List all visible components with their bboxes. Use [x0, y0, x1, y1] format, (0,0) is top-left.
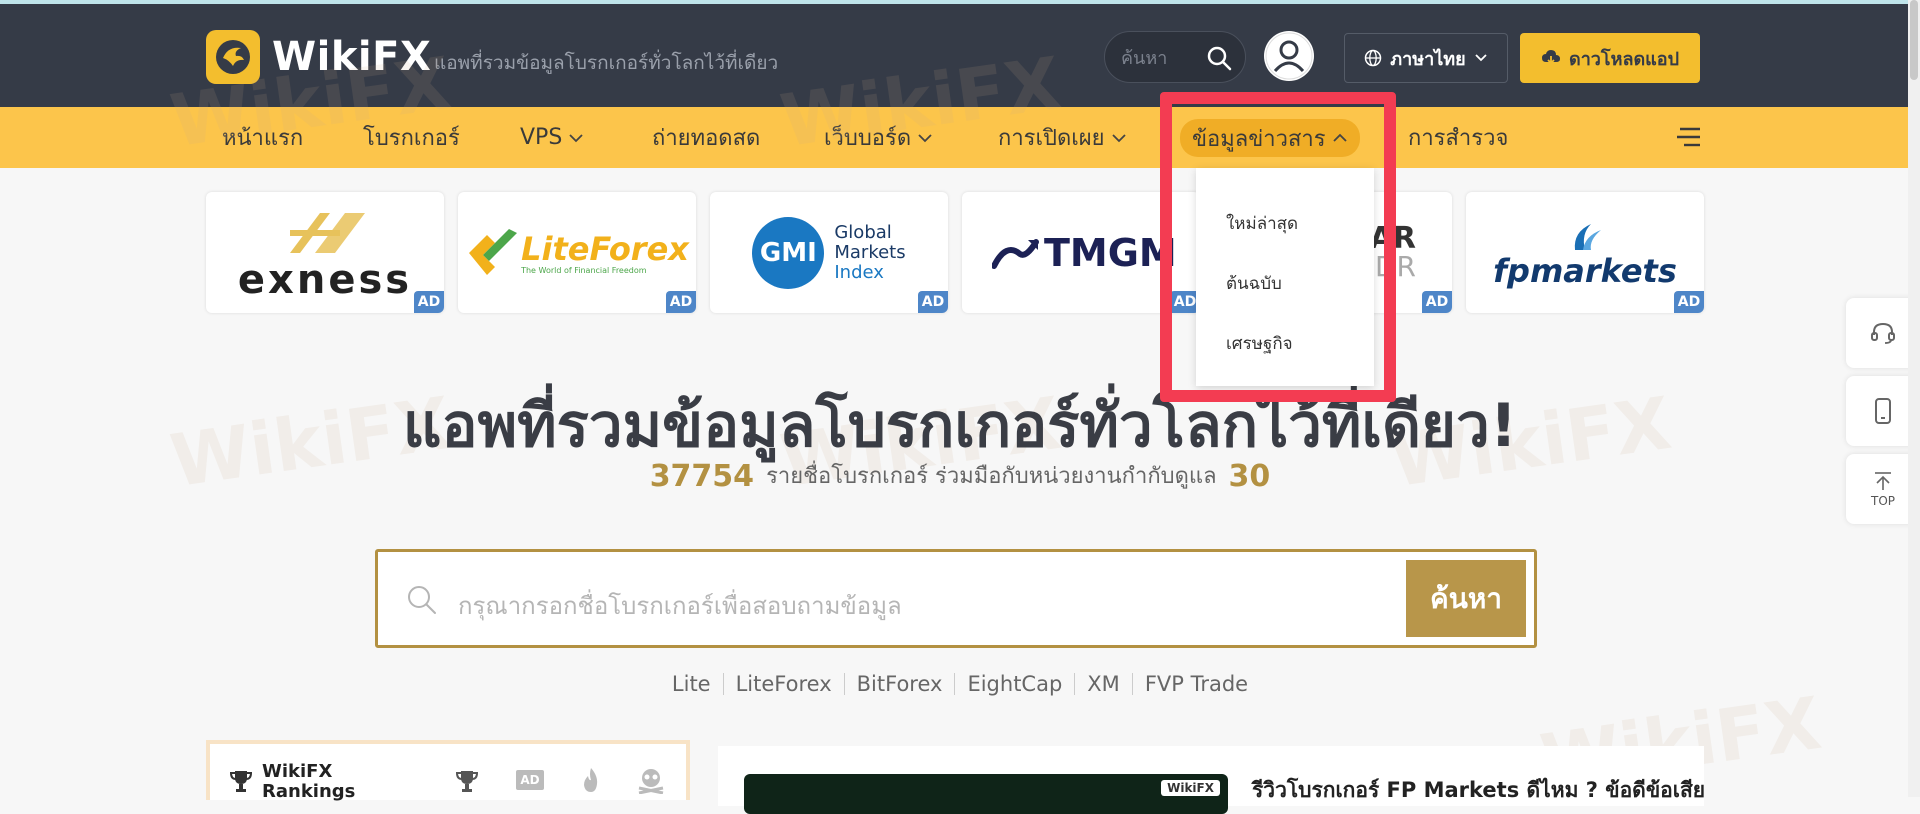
- broker-search-input[interactable]: กรุณากรอกชื่อโบรกเกอร์เพื่อสอบถามข้อมูล …: [375, 549, 1537, 648]
- header: WikiFX แอพที่รวมข้อมูลโบรกเกอร์ทั่วโลกไว…: [0, 4, 1920, 107]
- news-headline[interactable]: รีวิวโบรกเกอร์ FP Markets ดีไหม ? ข้อดีข…: [1252, 774, 1705, 807]
- search-button[interactable]: ค้นหา: [1406, 560, 1526, 637]
- ad-badge: AD: [1674, 291, 1704, 313]
- nav-label: การเปิดเผย: [998, 126, 1105, 151]
- ad-card-exness[interactable]: exness AD: [206, 192, 444, 313]
- quick-links: Lite LiteForex BitForex EightCap XM FVP …: [0, 672, 1920, 696]
- exness-logo-icon: [290, 212, 365, 253]
- scrollbar-track[interactable]: [1908, 0, 1920, 797]
- tmgm-logo-icon: [992, 238, 1039, 269]
- trophy-tab-icon[interactable]: [454, 768, 480, 794]
- nav-label: เว็บบอร์ด: [824, 126, 912, 151]
- quick-link[interactable]: XM: [1087, 672, 1120, 696]
- language-selector[interactable]: ภาษาไทย: [1344, 33, 1508, 83]
- chevron-down-icon: [1111, 133, 1126, 142]
- cloud-download-icon: [1542, 50, 1560, 65]
- fire-icon[interactable]: [580, 766, 602, 794]
- arrow-up-icon: [1875, 472, 1891, 490]
- chevron-down-icon: [1475, 54, 1487, 62]
- liteforex-logo-icon: [469, 228, 518, 275]
- top-label: TOP: [1870, 494, 1895, 508]
- logo-text: WikiFX: [272, 34, 432, 80]
- rankings-panel: WikiFX Rankings AD: [206, 740, 690, 802]
- quick-link[interactable]: FVP Trade: [1145, 672, 1248, 696]
- globe-icon: [1365, 49, 1382, 67]
- search-icon[interactable]: [1205, 44, 1233, 72]
- trophy-icon: [229, 771, 253, 792]
- ad-card-fpmarkets[interactable]: fpmarkets AD: [1466, 192, 1704, 313]
- gmi-text-line: Global: [834, 221, 892, 243]
- quick-link[interactable]: EightCap: [967, 672, 1062, 696]
- chevron-down-icon: [569, 133, 583, 142]
- hamburger-menu-icon[interactable]: [1676, 126, 1702, 148]
- ad-tab-icon[interactable]: AD: [516, 770, 544, 790]
- nav-label: การสำรวจ: [1408, 126, 1509, 151]
- search-icon: [408, 586, 436, 614]
- separator: [1131, 673, 1133, 695]
- news-thumbnail-label: WikiFX: [1161, 780, 1220, 796]
- quick-link[interactable]: LiteForex: [736, 672, 832, 696]
- header-search-placeholder: ค้นหา: [1121, 47, 1168, 69]
- ad-card-liteforex[interactable]: LiteForex The World of Financial Freedom…: [458, 192, 696, 313]
- nav-label: VPS: [520, 125, 563, 150]
- separator: [843, 673, 845, 695]
- broker-count: 37754: [649, 459, 755, 494]
- gmi-logo-text: GMI: [759, 237, 817, 268]
- quick-link[interactable]: Lite: [672, 672, 711, 696]
- rankings-title: WikiFX Rankings: [262, 762, 355, 802]
- news-panel: WikiFX รีวิวโบรกเกอร์ FP Markets ดีไหม ?…: [718, 746, 1705, 814]
- hero-subtitle-text: รายชื่อโบรกเกอร์ ร่วมมือกับหน่วยงานกำกับ…: [766, 464, 1217, 489]
- phone-icon: [1875, 398, 1891, 424]
- logo[interactable]: WikiFX: [206, 30, 431, 84]
- user-avatar[interactable]: [1264, 31, 1314, 81]
- separator: [722, 673, 724, 695]
- quick-link[interactable]: BitForex: [857, 672, 943, 696]
- language-label: ภาษาไทย: [1390, 48, 1466, 70]
- regulator-count: 30: [1228, 459, 1271, 494]
- nav-item-home[interactable]: หน้าแรก: [222, 107, 303, 168]
- ad-badge: AD: [1422, 291, 1452, 313]
- gmi-text-line: Index: [834, 261, 884, 283]
- nav-item-vps[interactable]: VPS: [520, 107, 584, 168]
- download-app-button[interactable]: ดาวโหลดแอป: [1520, 33, 1700, 83]
- separator: [1074, 673, 1076, 695]
- nav-item-live[interactable]: ถ่ายทอดสด: [652, 107, 760, 168]
- wikifx-logo-icon: [206, 30, 260, 84]
- ad-badge: AD: [666, 291, 696, 313]
- rankings-title-line: Rankings: [262, 781, 356, 802]
- search-placeholder: กรุณากรอกชื่อโบรกเกอร์เพื่อสอบถามข้อมูล: [458, 592, 902, 620]
- nav-item-brokers[interactable]: โบรกเกอร์: [363, 107, 460, 168]
- nav-item-exposure[interactable]: การเปิดเผย: [998, 107, 1127, 168]
- download-app-label: ดาวโหลดแอป: [1569, 48, 1679, 70]
- main-nav: หน้าแรก โบรกเกอร์ VPS ถ่ายทอดสด เว็บบอร์…: [0, 107, 1920, 168]
- fpmarkets-logo-icon: [1574, 223, 1601, 250]
- nav-label: ถ่ายทอดสด: [652, 126, 761, 151]
- nav-label: หน้าแรก: [222, 126, 304, 151]
- headset-icon: [1871, 322, 1895, 344]
- ad-brand-fpmarkets: fpmarkets: [1493, 251, 1677, 290]
- chevron-down-icon: [918, 133, 932, 142]
- ad-card-gmi[interactable]: GMI Global Markets Index AD: [710, 192, 948, 313]
- nav-item-forum[interactable]: เว็บบอร์ด: [824, 107, 933, 168]
- ad-brand-exness: exness: [237, 256, 413, 303]
- header-tagline: แอพที่รวมข้อมูลโบรกเกอร์ทั่วโลกไว้ที่เดี…: [434, 52, 779, 74]
- highlight-annotation-box: [1160, 92, 1396, 402]
- gmi-text-line: Markets: [834, 241, 906, 263]
- skull-icon[interactable]: [636, 766, 666, 794]
- ad-badge: AD: [918, 291, 948, 313]
- header-search-input[interactable]: ค้นหา: [1104, 31, 1246, 83]
- gmi-logo-icon: GMI: [752, 216, 825, 289]
- hero-subtitle: 37754 รายชื่อโบรกเกอร์ ร่วมมือกับหน่วยงาน…: [0, 458, 1920, 494]
- separator: [954, 673, 956, 695]
- ad-badge: AD: [414, 291, 444, 313]
- ad-brand-tmgm: TMGM: [1044, 230, 1177, 275]
- nav-label: โบรกเกอร์: [363, 126, 460, 151]
- news-thumbnail[interactable]: WikiFX: [744, 774, 1228, 814]
- scrollbar-thumb[interactable]: [1910, 0, 1918, 80]
- nav-item-survey[interactable]: การสำรวจ: [1408, 107, 1508, 168]
- rankings-title-line: WikiFX: [262, 761, 333, 782]
- ad-brand-liteforex: LiteForex: [521, 230, 689, 268]
